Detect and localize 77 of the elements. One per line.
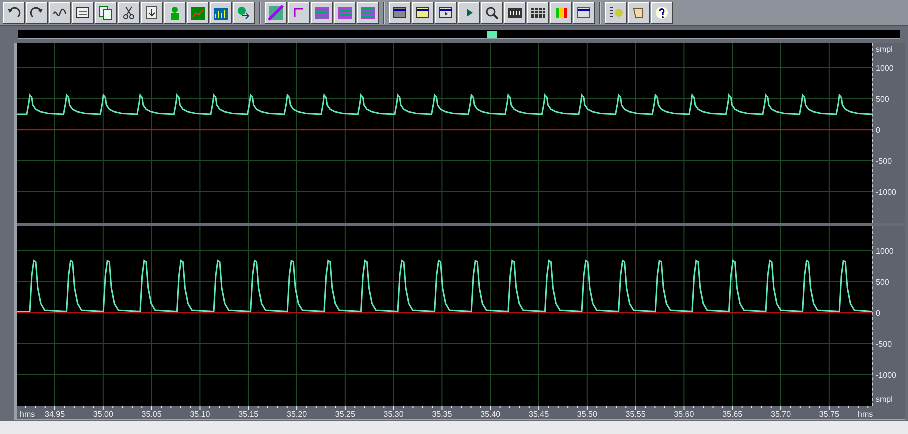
window-button[interactable] xyxy=(389,2,411,24)
time-label: 35.35 xyxy=(432,410,452,419)
time-unit: hms xyxy=(858,410,874,419)
person-button[interactable] xyxy=(164,2,186,24)
time-label: 35.55 xyxy=(626,410,646,419)
stripes-icon xyxy=(314,4,330,20)
bars-button[interactable] xyxy=(550,2,572,24)
copy-button[interactable] xyxy=(95,2,117,24)
time-label: 35.75 xyxy=(819,410,840,419)
time-label: 35.40 xyxy=(480,410,501,419)
scale-label: 1000 xyxy=(876,64,894,72)
time-label: 35.50 xyxy=(577,410,598,419)
waveform-plot[interactable] xyxy=(17,226,872,406)
time-label: 35.20 xyxy=(287,410,308,419)
chart-button[interactable] xyxy=(187,2,209,24)
window-button[interactable] xyxy=(435,2,457,24)
scale-label: 500 xyxy=(876,94,890,104)
window-icon xyxy=(415,4,431,20)
window-icon xyxy=(576,4,592,20)
counter-button[interactable] xyxy=(504,2,526,24)
overview-bar[interactable] xyxy=(18,30,900,39)
scale-label: -500 xyxy=(876,156,892,166)
page-arrow-button[interactable] xyxy=(141,2,163,24)
time-label: 35.10 xyxy=(190,410,210,419)
scale-unit: smpl xyxy=(876,395,893,404)
time-unit: hms xyxy=(20,410,36,419)
diagonal-icon xyxy=(268,4,284,20)
window-icon xyxy=(75,4,91,20)
time-label: 34.95 xyxy=(45,410,66,419)
wave-button[interactable] xyxy=(49,2,71,24)
stripes-button[interactable] xyxy=(311,2,333,24)
corner-button[interactable] xyxy=(288,2,310,24)
time-label: 35.05 xyxy=(142,410,162,419)
time-label: 35.00 xyxy=(93,410,114,419)
undo-icon xyxy=(6,4,22,20)
stripes-icon xyxy=(337,4,353,20)
search-button[interactable] xyxy=(481,2,503,24)
help-icon xyxy=(654,4,670,20)
window-button[interactable] xyxy=(412,2,434,24)
arrow-button[interactable] xyxy=(233,2,255,24)
stripes-button[interactable] xyxy=(357,2,379,24)
arrow-icon xyxy=(236,4,252,20)
time-label: 35.30 xyxy=(384,410,404,419)
stripes-icon xyxy=(360,4,376,20)
stripes-button[interactable] xyxy=(334,2,356,24)
time-label: 35.70 xyxy=(771,410,792,419)
time-label: 35.25 xyxy=(335,410,356,419)
diagonal-button[interactable] xyxy=(265,2,287,24)
time-label: 35.45 xyxy=(529,410,550,419)
redo-icon xyxy=(29,4,45,20)
scale-label: 0 xyxy=(876,126,880,134)
scale-label: -1000 xyxy=(876,370,896,380)
undo-button[interactable] xyxy=(3,2,25,24)
copy-icon xyxy=(98,4,114,20)
time-label: 35.65 xyxy=(722,410,743,419)
scale-label: 1000 xyxy=(876,246,894,256)
help-button[interactable] xyxy=(651,2,673,24)
window-button[interactable] xyxy=(573,2,595,24)
window-button[interactable] xyxy=(72,2,94,24)
redo-button[interactable] xyxy=(26,2,48,24)
play-button[interactable] xyxy=(458,2,480,24)
scissors-button[interactable] xyxy=(118,2,140,24)
scale-unit: smpl xyxy=(876,45,893,54)
scale-label: 0 xyxy=(876,308,880,318)
window-icon xyxy=(392,4,408,20)
time-label: 35.60 xyxy=(674,410,694,419)
bars-button[interactable] xyxy=(210,2,232,24)
search-icon xyxy=(484,4,500,20)
scissors-icon xyxy=(121,4,137,20)
scale-label: -1000 xyxy=(876,188,896,196)
chart-icon xyxy=(190,4,206,20)
grid-button[interactable] xyxy=(527,2,549,24)
scroll-thumb[interactable] xyxy=(487,31,497,38)
scale-label: 500 xyxy=(876,278,890,286)
time-label: 35.15 xyxy=(238,410,259,419)
scale-label: -500 xyxy=(876,340,892,348)
window-icon xyxy=(438,4,454,20)
